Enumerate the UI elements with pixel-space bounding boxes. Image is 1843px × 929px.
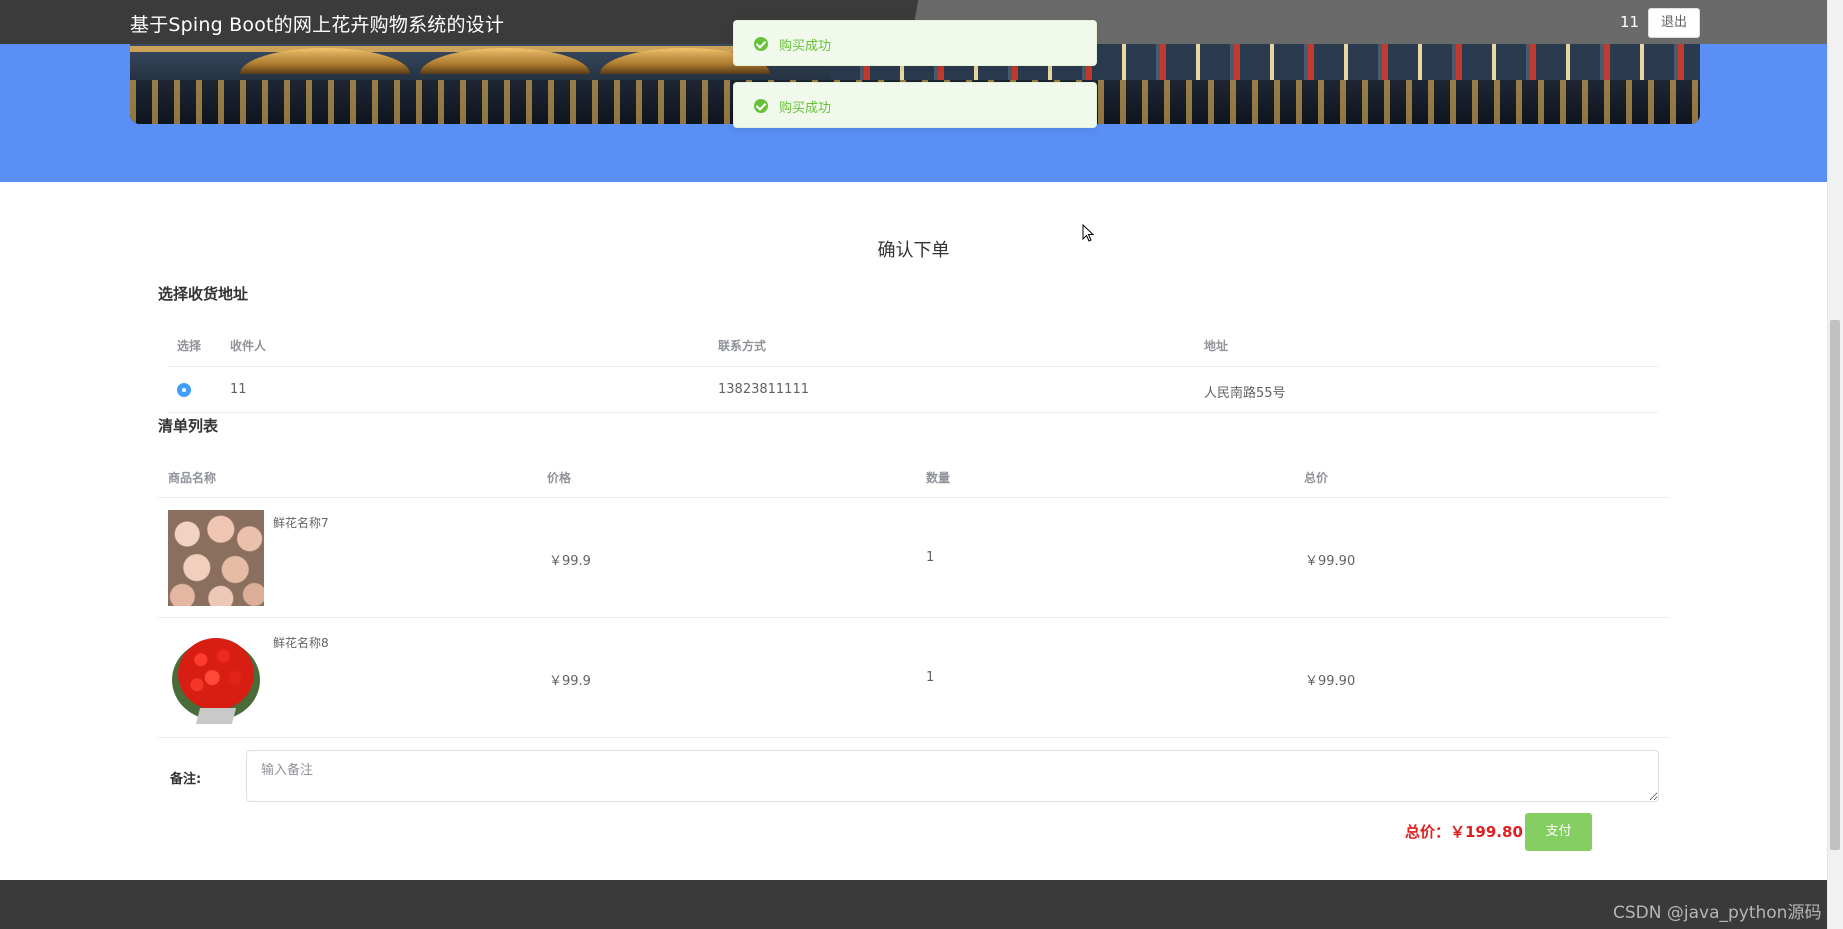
product-total: ￥99.90 [1305, 674, 1356, 689]
col-header-price: 价格 [547, 471, 572, 485]
table-divider [158, 617, 1670, 618]
address-radio-selected[interactable] [177, 383, 191, 397]
page-scrollbar-thumb[interactable] [1830, 320, 1840, 850]
check-circle-icon [754, 37, 768, 51]
mouse-cursor-icon [1082, 224, 1094, 242]
address-phone: 13823811111 [718, 382, 809, 397]
table-divider [158, 497, 1670, 498]
site-title: 基于Sping Boot的网上花卉购物系统的设计 [130, 14, 505, 36]
col-header-total: 总价 [1304, 471, 1329, 485]
success-toast: 购买成功 [733, 20, 1097, 66]
username-label[interactable]: 11 [1620, 13, 1639, 31]
product-name: 鲜花名称7 [273, 516, 329, 530]
product-total: ￥99.90 [1305, 554, 1356, 569]
success-toast: 购买成功 [733, 82, 1097, 128]
address-text: 人民南路55号 [1204, 386, 1286, 401]
remark-label: 备注: [170, 772, 202, 787]
table-divider [168, 412, 1658, 413]
csdn-watermark: CSDN @java_python源码 [1613, 903, 1822, 923]
order-total: 总价：￥199.80 [1405, 823, 1523, 841]
col-header-phone: 联系方式 [718, 339, 767, 353]
col-header-product: 商品名称 [168, 471, 217, 485]
col-header-recipient: 收件人 [230, 339, 267, 353]
remark-textarea[interactable] [246, 750, 1659, 802]
col-header-address: 地址 [1204, 339, 1229, 353]
col-header-quantity: 数量 [926, 471, 951, 485]
order-section-title: 清单列表 [158, 417, 219, 435]
address-section-title: 选择收货地址 [158, 285, 249, 303]
check-circle-icon [754, 99, 768, 113]
toast-message: 购买成功 [779, 101, 832, 116]
table-divider [168, 366, 1658, 367]
address-recipient: 11 [230, 382, 247, 397]
table-divider [158, 737, 1670, 738]
product-quantity: 1 [926, 550, 935, 565]
page-title: 确认下单 [877, 240, 950, 261]
toast-message: 购买成功 [779, 39, 832, 54]
product-image-red-roses [168, 630, 264, 726]
logout-button[interactable]: 退出 [1648, 8, 1700, 38]
product-price: ￥99.9 [549, 674, 591, 689]
col-header-select: 选择 [177, 339, 202, 353]
product-price: ￥99.9 [549, 554, 591, 569]
product-quantity: 1 [926, 670, 935, 685]
pay-button[interactable]: 支付 [1525, 813, 1592, 851]
page-footer [0, 880, 1827, 929]
product-image-pink-roses [168, 510, 264, 606]
product-name: 鲜花名称8 [273, 636, 329, 650]
